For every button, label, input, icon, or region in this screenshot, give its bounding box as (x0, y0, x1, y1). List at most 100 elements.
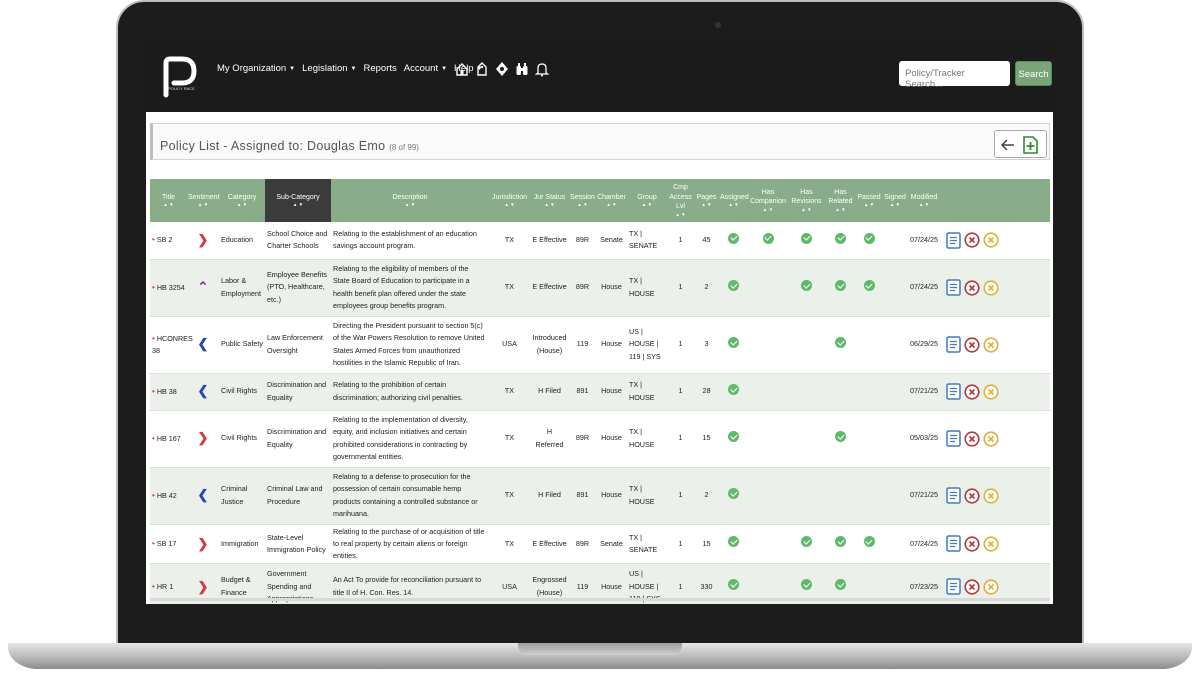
policy-title-link[interactable]: HB 38 (157, 387, 177, 396)
sort-icon[interactable]: ▲ ▼ (695, 202, 718, 208)
group-cell-text: TX | HOUSE (629, 276, 655, 298)
unassign-circle-icon[interactable] (983, 536, 999, 552)
sort-icon[interactable]: ▲ ▼ (789, 207, 824, 213)
column-header[interactable]: Passed ▲ ▼ (856, 179, 882, 222)
sort-icon[interactable]: ▲ ▼ (826, 207, 855, 213)
column-header[interactable]: Title ▲ ▼ (150, 179, 187, 222)
policy-title-link[interactable]: SB 17 (157, 539, 177, 548)
policy-title-link[interactable]: HR 1 (157, 582, 173, 591)
sort-icon[interactable]: ▲ ▼ (570, 202, 595, 208)
view-document-icon[interactable] (946, 279, 961, 296)
remove-circle-icon[interactable] (964, 232, 980, 248)
menu-item-label: Account (403, 63, 439, 74)
column-header[interactable]: Jurisdiction ▲ ▼ (489, 179, 530, 222)
check-circle-icon (728, 383, 739, 395)
sort-icon[interactable]: ▲ ▼ (857, 202, 881, 208)
unassign-circle-icon[interactable] (983, 336, 999, 353)
column-header[interactable]: Signed ▲ ▼ (882, 179, 908, 222)
unassign-circle-icon[interactable] (983, 430, 999, 447)
remove-circle-icon[interactable] (964, 336, 980, 353)
unassign-circle-icon[interactable] (983, 232, 999, 248)
table-row[interactable]: • SB 17 ❯ Immigration State-Level Immigratio… (150, 524, 1050, 564)
column-header[interactable]: Assigned ▲ ▼ (719, 179, 749, 222)
shapes-icon[interactable] (495, 61, 509, 77)
sort-icon[interactable]: ▲ ▼ (531, 202, 568, 208)
remove-circle-icon[interactable] (964, 487, 980, 504)
unassign-circle-icon[interactable] (983, 487, 999, 504)
table-row[interactable]: • HB 42 ❮ Criminal Justice Criminal Law and … (150, 467, 1050, 524)
view-document-icon[interactable] (946, 232, 961, 249)
menu-item[interactable]: Reports (364, 63, 397, 74)
policy-title-link[interactable]: HB 167 (157, 434, 181, 443)
column-header[interactable]: Category ▲ ▼ (219, 179, 265, 222)
view-document-icon[interactable] (946, 535, 961, 553)
group-cell: US | HOUSE | 119 | SYS (627, 316, 667, 373)
view-document-icon[interactable] (946, 430, 961, 447)
binoculars-icon[interactable] (515, 61, 529, 77)
sort-icon[interactable]: ▲ ▼ (909, 202, 939, 208)
view-document-icon[interactable] (946, 383, 961, 400)
unassign-circle-icon[interactable] (983, 383, 999, 400)
table-row[interactable]: • HB 3254 ⌃ Labor & Employment Employee Bene… (150, 259, 1050, 316)
column-header[interactable]: Sub-Category ▲ ▼ (265, 179, 331, 222)
sort-icon[interactable]: ▲ ▼ (151, 202, 186, 208)
column-header[interactable]: Chamber ▲ ▼ (596, 179, 627, 222)
bell-icon[interactable] (535, 61, 549, 77)
column-header[interactable]: Has Companion ▲ ▼ (748, 179, 788, 222)
policy-title-link[interactable]: HB 42 (157, 491, 177, 500)
sort-icon[interactable]: ▲ ▼ (188, 202, 218, 208)
menu-item[interactable]: My Organization ▼ (217, 63, 295, 74)
unassign-circle-icon[interactable] (983, 579, 999, 595)
sort-icon[interactable]: ▲ ▼ (220, 202, 264, 208)
table-row[interactable]: • HB 167 ❯ Civil Rights Discrimination and E… (150, 410, 1050, 467)
policy-title-link[interactable]: HB 3254 (157, 283, 185, 292)
policy-title-link[interactable]: SB 2 (157, 235, 173, 244)
sort-icon[interactable]: ▲ ▼ (597, 202, 626, 208)
sort-icon[interactable]: ▲ ▼ (883, 202, 907, 208)
column-header[interactable]: Cmp Access Lvl ▲ ▼ (667, 179, 694, 222)
back-arrow-icon[interactable] (1000, 137, 1016, 153)
view-document-icon[interactable] (946, 487, 961, 504)
view-document-icon[interactable] (946, 578, 961, 595)
menu-item[interactable]: Legislation ▼ (302, 63, 356, 74)
column-header[interactable]: Pages ▲ ▼ (694, 179, 719, 222)
sort-icon[interactable]: ▲ ▼ (628, 202, 666, 208)
access-level-cell: 1 (667, 410, 694, 467)
unassign-circle-icon[interactable] (983, 279, 999, 296)
column-header[interactable]: Has Related ▲ ▼ (825, 179, 856, 222)
remove-circle-icon[interactable] (964, 536, 980, 552)
column-header[interactable]: Description ▲ ▼ (331, 179, 489, 222)
table-row[interactable]: • HCONRES 38 ❮ Public Safety Law Enforcement… (150, 316, 1050, 373)
sort-icon[interactable]: ▲ ▼ (668, 212, 693, 218)
column-header[interactable]: Jur Status ▲ ▼ (530, 179, 569, 222)
tag-icon[interactable] (475, 61, 489, 77)
column-header[interactable]: Has Revisions ▲ ▼ (788, 179, 825, 222)
policy-race-logo-icon[interactable] (160, 55, 200, 99)
column-header[interactable]: Sentiment ▲ ▼ (187, 179, 220, 222)
sort-icon[interactable]: ▲ ▼ (332, 202, 488, 208)
companion-cell (748, 410, 788, 467)
remove-circle-icon[interactable] (964, 430, 980, 447)
sort-icon[interactable]: ▲ ▼ (266, 202, 330, 208)
sort-icon[interactable]: ▲ ▼ (490, 202, 529, 208)
remove-circle-icon[interactable] (964, 383, 980, 400)
column-header[interactable]: Group ▲ ▼ (627, 179, 667, 222)
table-row[interactable]: • SB 2 ❯ Education School Choice and Charter… (150, 222, 1050, 259)
table-row[interactable]: • HB 38 ❮ Civil Rights Discrimination and Eq… (150, 373, 1050, 410)
modified-cell: 06/29/25 (908, 316, 940, 373)
search-button[interactable]: Search (1015, 61, 1052, 86)
menu-item[interactable]: Account ▼ (404, 63, 447, 74)
session-cell-text: 89R (575, 235, 590, 245)
home-icon[interactable] (455, 61, 469, 77)
signed-cell (882, 316, 908, 373)
add-policy-icon[interactable] (1022, 135, 1039, 155)
view-document-icon[interactable] (946, 336, 961, 353)
subcategory-cell: Criminal Law and Procedure (265, 467, 331, 524)
remove-circle-icon[interactable] (964, 279, 980, 296)
policy-search-input[interactable]: Policy/Tracker Search... (899, 61, 1010, 90)
column-header[interactable]: Modified ▲ ▼ (908, 179, 940, 222)
column-header[interactable]: Session ▲ ▼ (569, 179, 596, 222)
sort-icon[interactable]: ▲ ▼ (749, 207, 787, 213)
sort-icon[interactable]: ▲ ▼ (720, 202, 747, 208)
remove-circle-icon[interactable] (964, 579, 980, 595)
